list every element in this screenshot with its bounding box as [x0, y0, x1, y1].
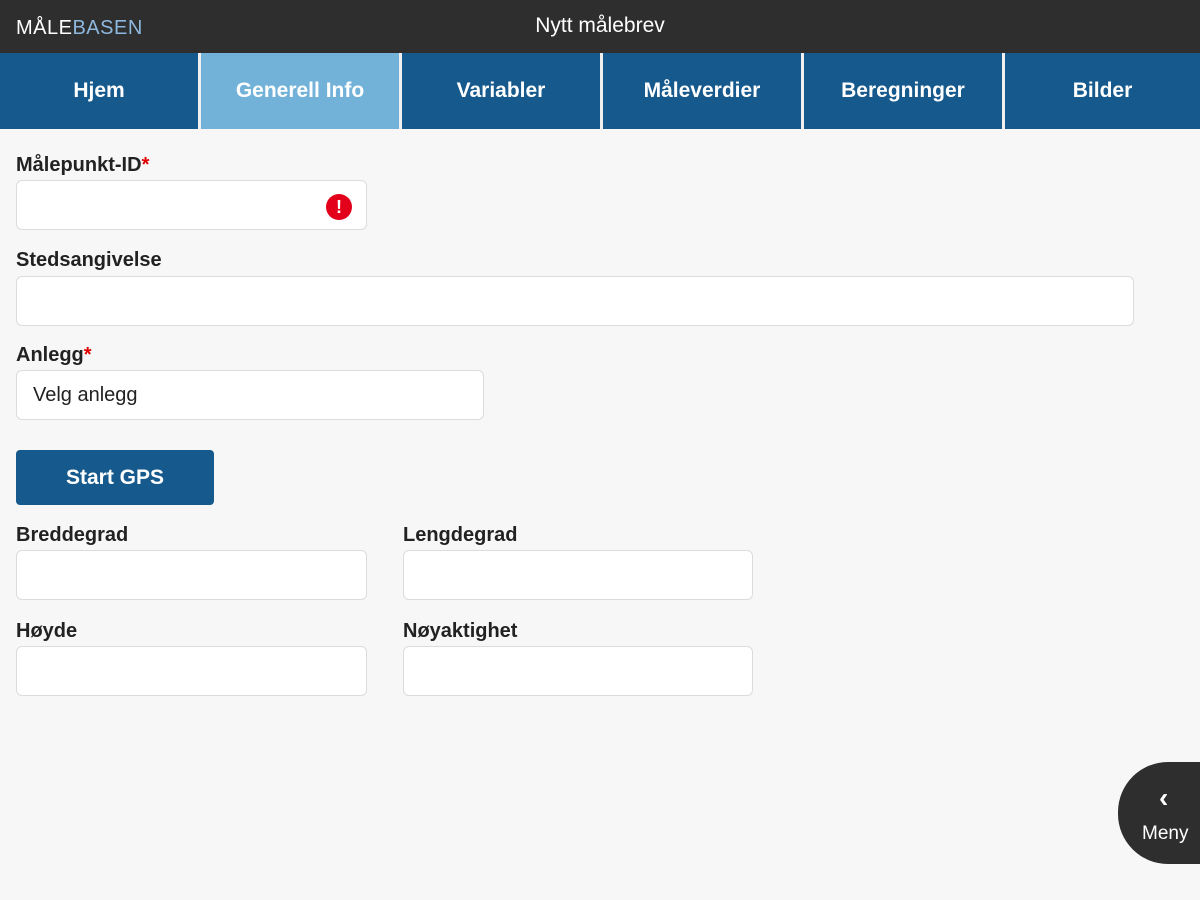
start-gps-button[interactable]: Start GPS: [16, 450, 214, 505]
noyaktighet-label: Nøyaktighet: [403, 620, 518, 642]
noyaktighet-field[interactable]: [403, 646, 753, 696]
tab-maleverdier[interactable]: Måleverdier: [603, 53, 801, 129]
anlegg-label: Anlegg*: [16, 344, 92, 366]
lengdegrad-label: Lengdegrad: [403, 524, 518, 546]
error-icon: !: [326, 194, 352, 220]
page-title: Nytt målebrev: [535, 14, 665, 37]
breddegrad-label: Breddegrad: [16, 524, 129, 546]
stedsangivelse-label: Stedsangivelse: [16, 249, 162, 271]
tab-generell-info[interactable]: Generell Info: [201, 53, 399, 129]
tab-variabler[interactable]: Variabler: [402, 53, 600, 129]
menu-button[interactable]: ‹ Meny: [1118, 762, 1200, 864]
hoyde-label: Høyde: [16, 620, 78, 642]
chevron-left-icon: ‹: [1159, 782, 1169, 813]
malepunkt-id-field[interactable]: !: [16, 180, 367, 230]
menu-label: Meny: [1142, 823, 1189, 844]
title-bar: MÅLE BASEN Nytt målebrev: [0, 0, 1200, 53]
lengdegrad-field[interactable]: [403, 550, 753, 600]
tab-beregninger[interactable]: Beregninger: [804, 53, 1002, 129]
breddegrad-field[interactable]: [16, 550, 367, 600]
hoyde-field[interactable]: [16, 646, 367, 696]
required-marker: *: [141, 154, 150, 176]
required-marker: *: [83, 344, 92, 366]
anlegg-select[interactable]: Velg anlegg: [16, 370, 484, 420]
stedsangivelse-field[interactable]: [16, 276, 1134, 326]
malepunkt-id-label: Målepunkt-ID*: [16, 154, 150, 176]
tab-bar: Hjem Generell Info Variabler Måleverdier…: [0, 53, 1200, 129]
tab-hjem[interactable]: Hjem: [0, 53, 198, 129]
tab-bilder[interactable]: Bilder: [1005, 53, 1200, 129]
